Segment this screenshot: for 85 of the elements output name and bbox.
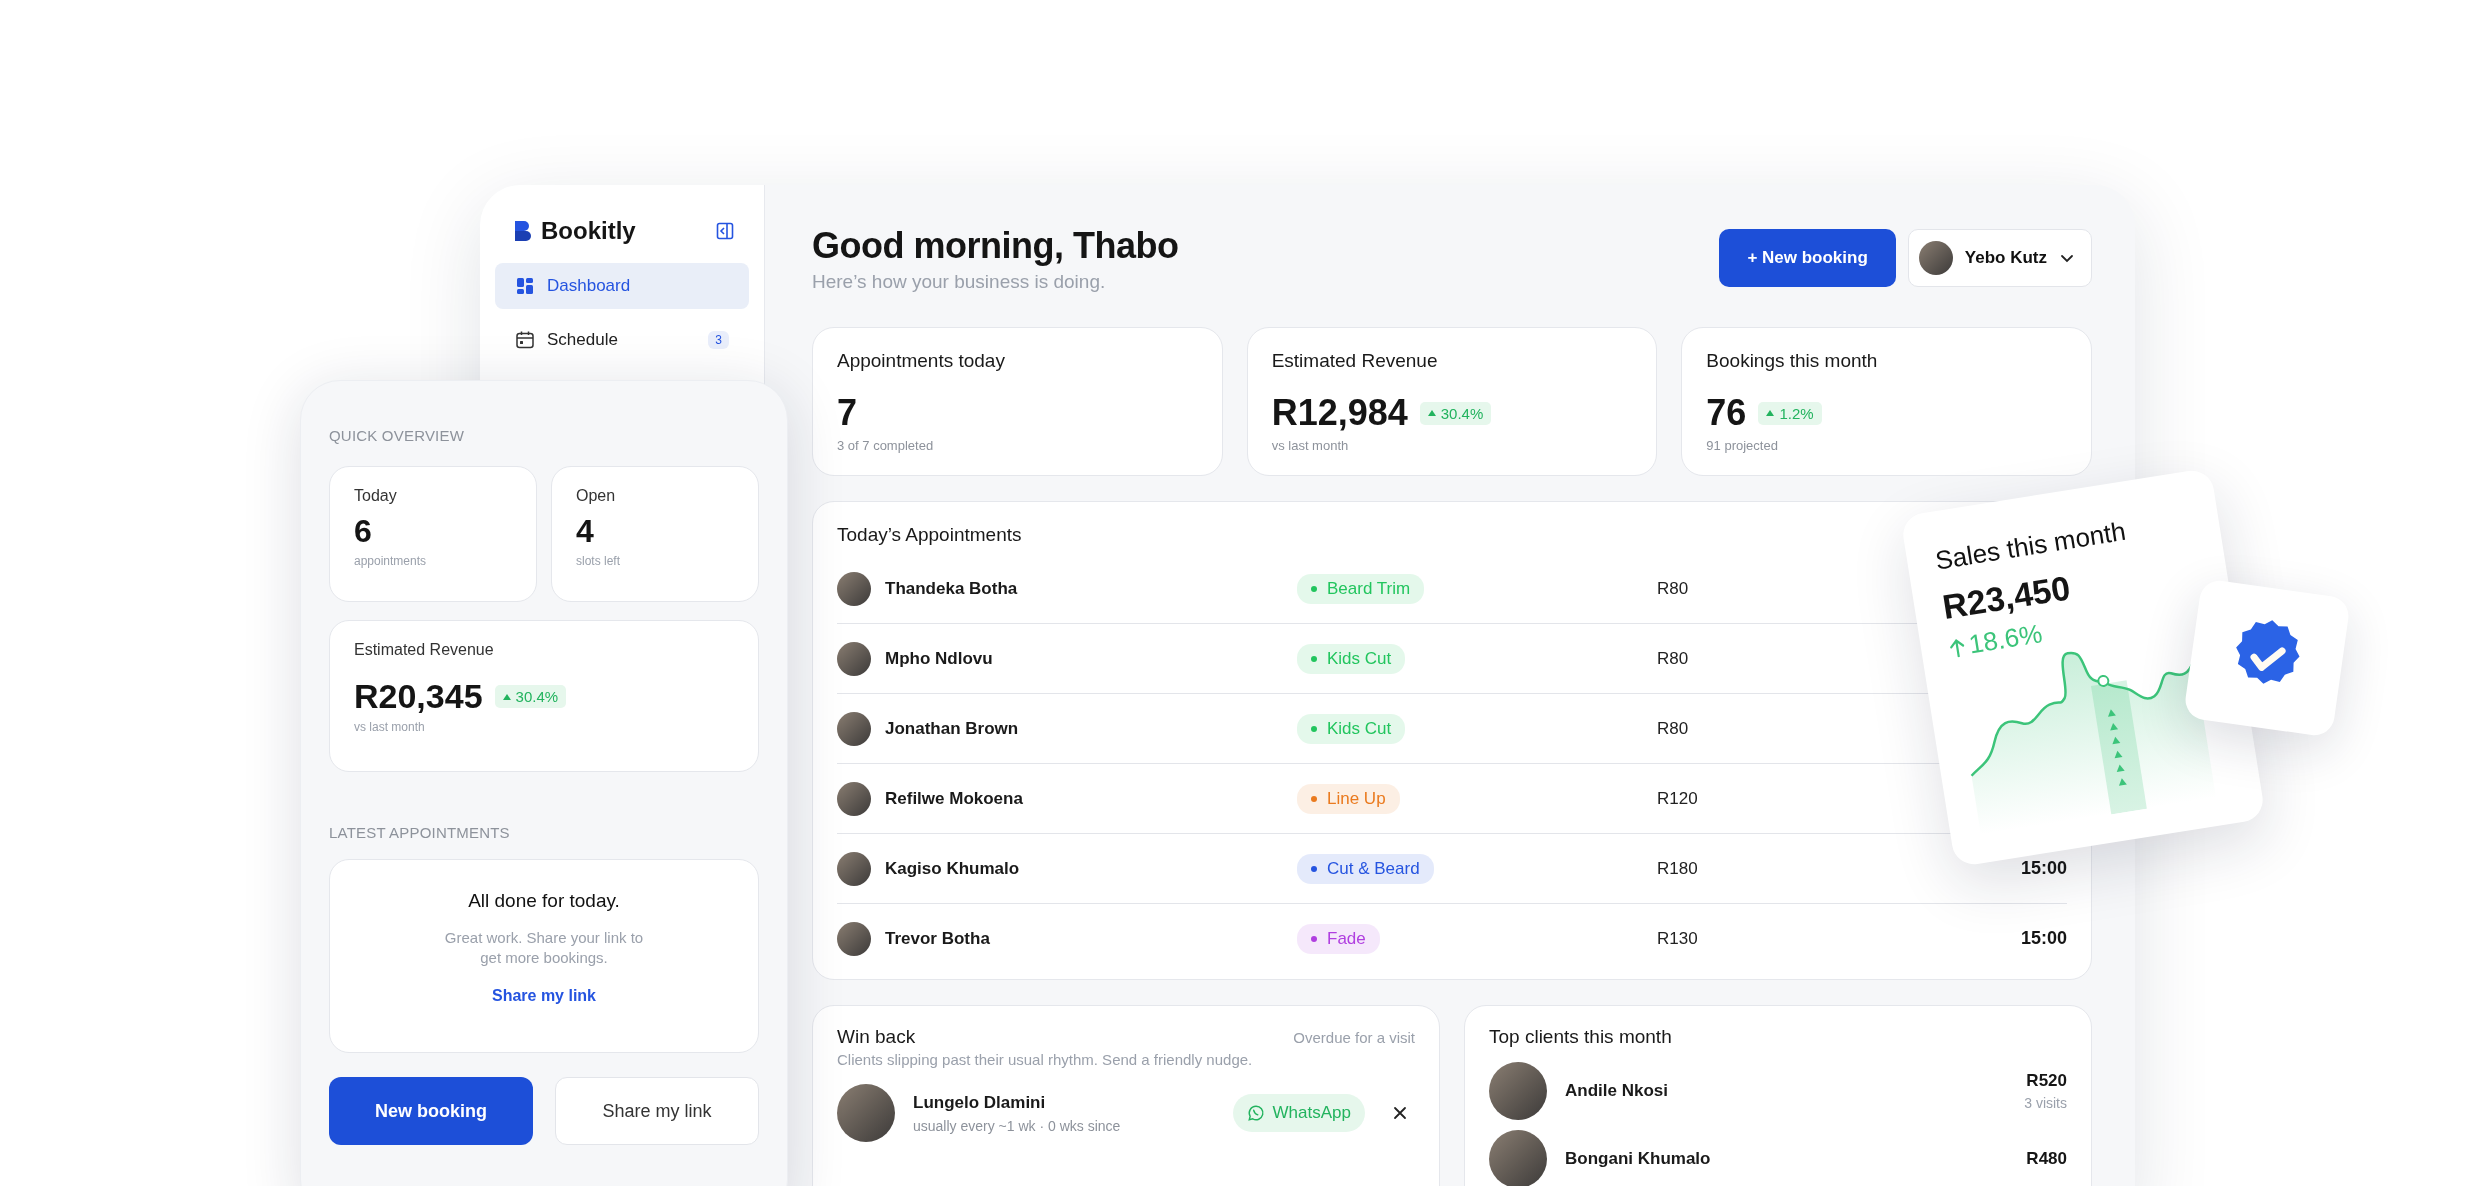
stat-label: Bookings this month <box>1706 350 1879 372</box>
nav-item[interactable]: Schedule 3 <box>495 317 749 363</box>
stat-value: R12,984 <box>1271 392 1408 434</box>
card-title: Win back <box>837 1026 916 1048</box>
greeting-title: Good morning, Thabo <box>812 225 1179 267</box>
stat-label: Appointments today <box>837 350 1006 372</box>
nav-item[interactable]: Dashboard <box>495 263 749 309</box>
empty-text: Great work. Share your link to get more bookings. <box>443 928 645 967</box>
avatar <box>837 851 871 886</box>
stat-note: 3 of 7 completed <box>837 438 935 453</box>
stat-value: 4 <box>576 513 595 550</box>
change-value: 30.4% <box>1440 404 1484 422</box>
price-cell-text: R80 <box>1657 718 1690 739</box>
share-link-button[interactable]: Share my link <box>555 1077 759 1145</box>
client-name: Jonathan Brown <box>885 718 1019 739</box>
client-total: R480 <box>2026 1149 2067 1169</box>
stat-label: Today <box>354 487 398 505</box>
price-cell-text: R80 <box>1657 648 1690 669</box>
stat-value: 76 <box>1706 392 1747 434</box>
stat-note: 91 projected <box>1706 438 1779 453</box>
service-name: Cut & Beard <box>1327 858 1420 879</box>
empty-title: All done for today. <box>467 890 621 912</box>
client-name: Thandeka Botha <box>885 578 1018 599</box>
new-booking-button[interactable]: + New booking <box>1719 229 1896 287</box>
avatar <box>837 1084 895 1142</box>
service-name: Kids Cut <box>1327 648 1392 669</box>
client-name: Trevor Botha <box>885 928 990 949</box>
price-cell-text: R120 <box>1657 788 1699 809</box>
avatar <box>1918 241 1953 275</box>
change-value: 30.4% <box>515 688 559 705</box>
price-cell-text: R180 <box>1657 858 1699 879</box>
stat-value: 7 <box>837 392 858 434</box>
client-name: Lungelo Dlamini <box>913 1092 1047 1113</box>
overdue-label: Overdue for a visit <box>1293 1028 1415 1046</box>
stat-note: slots left <box>576 554 621 568</box>
stat-label: Estimated Revenue <box>1271 350 1439 372</box>
price-cell-text: R80 <box>1657 578 1690 599</box>
service-name: Beard Trim <box>1327 578 1411 599</box>
chat-bubble-icon <box>1246 1104 1265 1122</box>
avatar <box>1489 1130 1547 1186</box>
up-triangle-icon <box>1427 410 1436 416</box>
change-value: 1.2% <box>1779 404 1814 422</box>
avatar <box>837 711 871 746</box>
close-icon[interactable] <box>1393 1106 1407 1120</box>
stat-value: R20,345 <box>354 677 483 716</box>
avatar <box>837 641 871 676</box>
new-booking-button[interactable]: New booking <box>329 1077 533 1145</box>
visit-count: 3 visits <box>2024 1095 2067 1111</box>
share-link[interactable]: Share my link <box>491 987 596 1005</box>
section-heading: QUICK OVERVIEW <box>329 427 466 444</box>
stat-value: 6 <box>354 513 373 550</box>
user-menu-button[interactable]: Yebo Kutz <box>1907 229 2092 287</box>
stat-note: vs last month <box>1271 438 1350 453</box>
visit-note: usually every ~1 wk · 0 wks since <box>913 1117 1122 1134</box>
stat-note: vs last month <box>354 720 426 734</box>
avatar <box>837 571 871 606</box>
section-heading: LATEST APPOINTMENTS <box>329 824 511 841</box>
dashboard-icon <box>515 276 535 296</box>
stat-note: appointments <box>354 554 428 568</box>
card-title: Top clients this month <box>1489 1026 1673 1048</box>
service-name: Line Up <box>1327 788 1386 809</box>
client-name: Kagiso Khumalo <box>885 858 1020 879</box>
client-name: Bongani Khumalo <box>1565 1149 1712 1169</box>
count-badge: 3 <box>708 331 729 349</box>
service-name: Fade <box>1327 928 1366 949</box>
client-total: R520 <box>2025 1071 2067 1091</box>
up-triangle-icon <box>502 693 511 700</box>
price-cell-text: R130 <box>1657 928 1699 949</box>
client-name: Refilwe Mokoena <box>885 788 1023 809</box>
brand-name: Bookitly <box>541 217 636 245</box>
client-name: Andile Nkosi <box>1565 1081 1669 1101</box>
avatar <box>837 781 871 816</box>
sidebar-toggle-icon[interactable] <box>715 221 735 241</box>
card-subtitle: Clients slipping past their usual rhythm. Send a friendly nudge. <box>837 1051 1254 1068</box>
calendar-icon <box>515 330 535 350</box>
avatar <box>837 921 871 956</box>
client-name: Mpho Ndlovu <box>885 648 993 669</box>
stat-label: Open <box>576 487 617 505</box>
time-cell: 15:00 <box>2020 928 2067 948</box>
stat-label: Estimated Revenue <box>354 641 495 659</box>
up-triangle-icon <box>1766 410 1775 416</box>
service-name: Kids Cut <box>1327 718 1392 739</box>
avatar <box>1489 1062 1547 1120</box>
greeting-subtitle: Here’s how your business is doing. <box>812 271 1107 293</box>
time-cell: 15:00 <box>2020 858 2067 878</box>
